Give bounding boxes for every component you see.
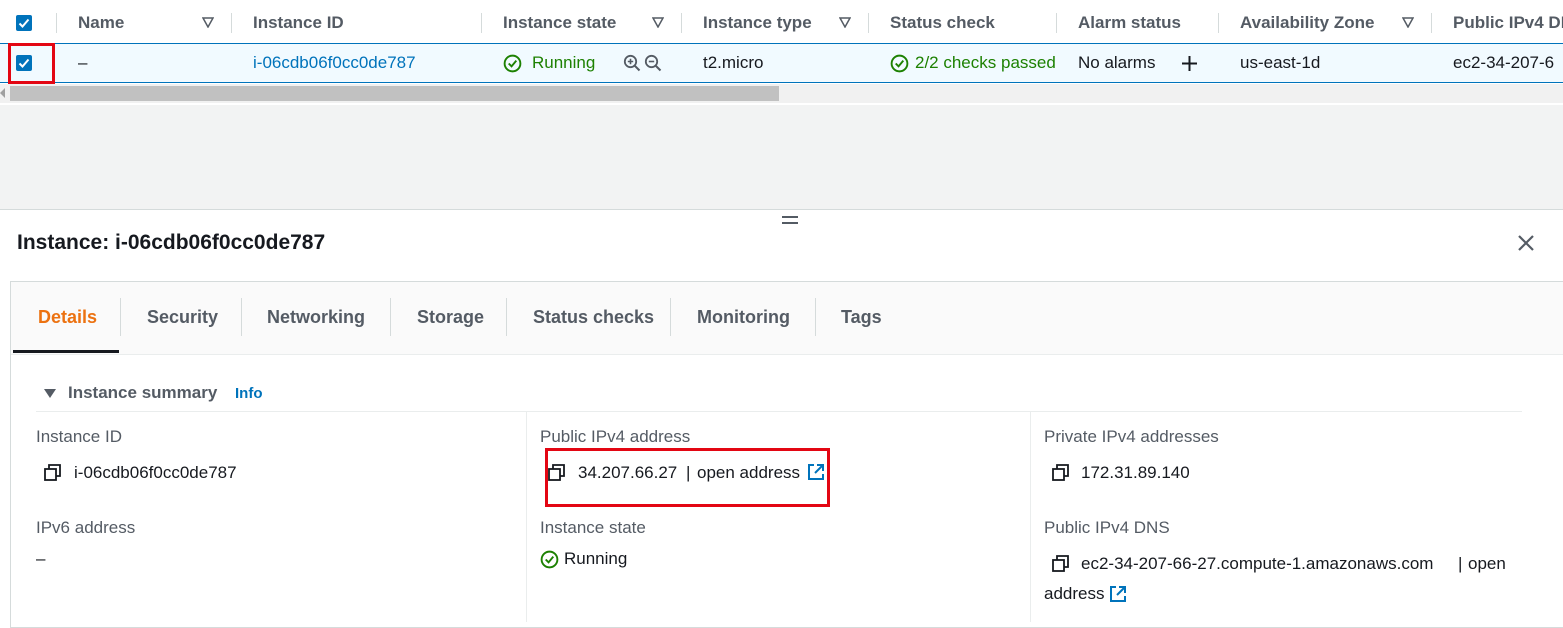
copy-icon[interactable] bbox=[1052, 464, 1070, 482]
active-tab-indicator bbox=[13, 350, 119, 353]
row-instance-state: Running bbox=[532, 53, 596, 72]
zoom-in-icon[interactable] bbox=[623, 54, 641, 72]
field-value-ipv6: – bbox=[36, 549, 46, 568]
details-panel-title: Instance: i-06cdb06f0cc0de787 bbox=[17, 231, 326, 254]
table-row[interactable]: – i-06cdb06f0cc0de787 Running t2.micro 2… bbox=[0, 43, 1563, 83]
field-label-instance-state: Instance state bbox=[540, 518, 646, 537]
status-ok-icon bbox=[540, 550, 559, 569]
column-header-instance-state[interactable]: Instance state bbox=[503, 4, 616, 41]
column-divider bbox=[526, 412, 527, 622]
field-label-public-dns: Public IPv4 DNS bbox=[1044, 518, 1170, 537]
field-label-public-ipv4: Public IPv4 address bbox=[540, 427, 691, 446]
tab-security[interactable]: Security bbox=[147, 282, 218, 352]
close-icon[interactable] bbox=[1516, 233, 1536, 253]
drag-handle-icon[interactable] bbox=[781, 214, 799, 226]
sort-triangle-icon[interactable] bbox=[202, 4, 214, 41]
open-address-link-part1[interactable]: open bbox=[1468, 552, 1506, 576]
column-header-name[interactable]: Name bbox=[78, 4, 124, 41]
split-panel-gap bbox=[0, 105, 1563, 210]
tab-status-checks[interactable]: Status checks bbox=[533, 282, 654, 352]
zoom-out-icon[interactable] bbox=[644, 54, 662, 72]
field-label-instance-id: Instance ID bbox=[36, 427, 122, 446]
highlight-public-ipv4 bbox=[545, 448, 830, 507]
column-header-instance-type[interactable]: Instance type bbox=[703, 4, 812, 41]
horizontal-scrollbar-thumb[interactable] bbox=[10, 86, 779, 101]
row-instance-type: t2.micro bbox=[703, 53, 764, 72]
tab-networking[interactable]: Networking bbox=[267, 282, 365, 352]
row-availability-zone: us-east-1d bbox=[1240, 53, 1321, 72]
row-public-dns: ec2-34-207-6 bbox=[1453, 53, 1555, 72]
sort-triangle-icon[interactable] bbox=[839, 4, 851, 41]
copy-icon[interactable] bbox=[44, 464, 62, 482]
row-alarm-status: No alarms bbox=[1078, 53, 1156, 72]
row-name: – bbox=[78, 53, 88, 72]
sort-triangle-icon[interactable] bbox=[652, 4, 664, 41]
column-divider bbox=[1030, 412, 1031, 622]
column-header-status-check[interactable]: Status check bbox=[890, 4, 995, 41]
column-header-instance-id[interactable]: Instance ID bbox=[253, 4, 344, 41]
tab-monitoring[interactable]: Monitoring bbox=[697, 282, 790, 352]
field-value-instance-id: i-06cdb06f0cc0de787 bbox=[74, 463, 237, 482]
copy-icon[interactable] bbox=[1052, 555, 1070, 573]
info-link[interactable]: Info bbox=[235, 383, 263, 405]
caret-down-icon[interactable] bbox=[43, 388, 57, 399]
column-header-alarm-status[interactable]: Alarm status bbox=[1078, 4, 1181, 41]
field-label-private-ipv4: Private IPv4 addresses bbox=[1044, 427, 1219, 446]
tab-tags[interactable]: Tags bbox=[841, 282, 882, 352]
row-status-check: 2/2 checks passed bbox=[915, 53, 1056, 72]
field-label-ipv6: IPv6 address bbox=[36, 518, 136, 537]
separator: | bbox=[1458, 554, 1463, 573]
field-value-public-dns: ec2-34-207-66-27.compute-1.amazonaws.com bbox=[1081, 554, 1434, 573]
status-ok-icon bbox=[503, 54, 522, 73]
sort-triangle-icon[interactable] bbox=[1402, 4, 1414, 41]
section-divider bbox=[36, 411, 1522, 412]
section-title-instance-summary[interactable]: Instance summary bbox=[68, 381, 217, 405]
external-link-icon[interactable] bbox=[1109, 585, 1127, 603]
column-header-availability-zone[interactable]: Availability Zone bbox=[1240, 4, 1374, 41]
column-header-public-dns[interactable]: Public IPv4 DNS bbox=[1453, 4, 1563, 41]
plus-icon[interactable] bbox=[1181, 55, 1198, 72]
scroll-left-arrow-icon[interactable] bbox=[0, 88, 6, 98]
tab-storage[interactable]: Storage bbox=[417, 282, 484, 352]
field-value-private-ipv4: 172.31.89.140 bbox=[1081, 463, 1190, 482]
row-instance-id-link[interactable]: i-06cdb06f0cc0de787 bbox=[253, 44, 416, 82]
checkbox-checked-icon bbox=[18, 18, 30, 28]
open-address-link-part2[interactable]: address bbox=[1044, 582, 1104, 606]
select-all-checkbox[interactable] bbox=[16, 15, 32, 31]
tab-details[interactable]: Details bbox=[38, 282, 97, 352]
status-ok-icon bbox=[890, 54, 909, 73]
field-value-instance-state: Running bbox=[564, 549, 628, 568]
highlight-row-checkbox bbox=[8, 43, 55, 84]
table-header-row: Name Instance ID Instance state Instance… bbox=[0, 4, 1563, 41]
